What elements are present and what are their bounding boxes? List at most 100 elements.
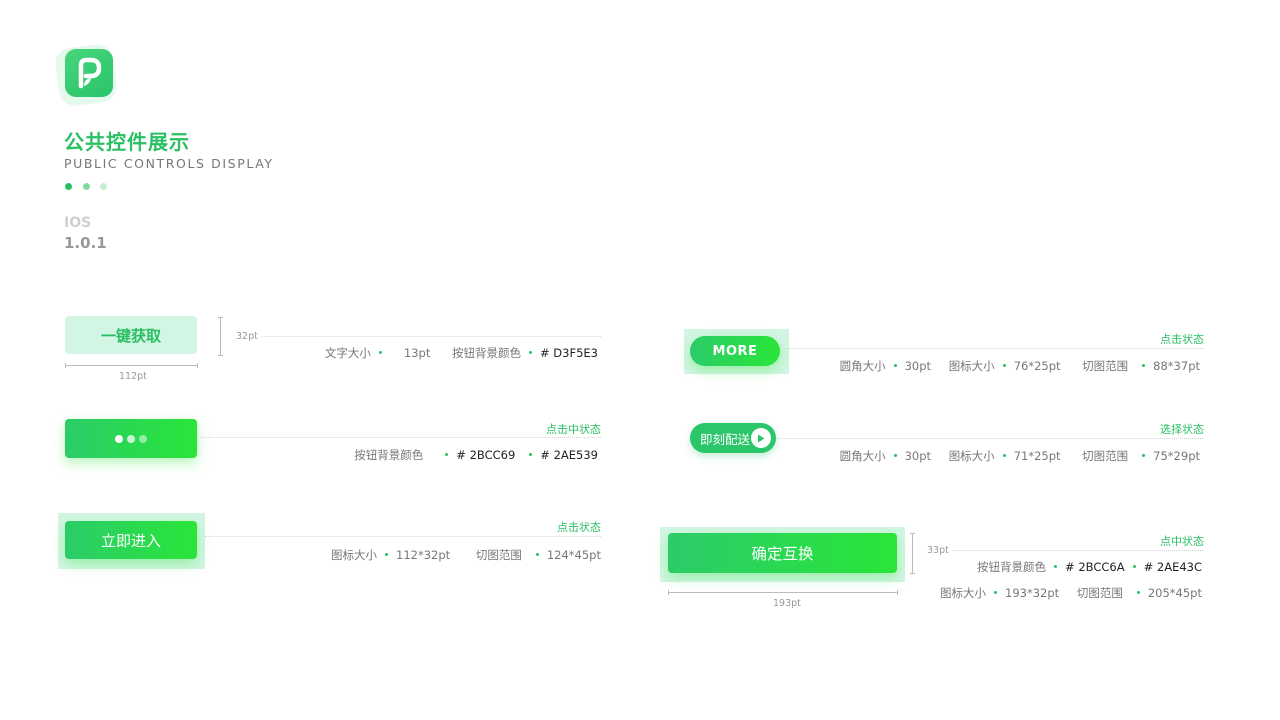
- width-dimension-label: 112pt: [119, 371, 147, 382]
- spec-label: 切图范围: [475, 548, 522, 562]
- spec-value: # 2AE539: [540, 448, 598, 462]
- app-logo: [53, 42, 119, 108]
- spec-label: 按钮背景颜色: [354, 448, 424, 462]
- spec-row: 图标大小 112*32pt 切图范围 124*45pt: [331, 547, 601, 563]
- bullet: [893, 364, 897, 367]
- spec-label: 圆角大小: [839, 449, 886, 463]
- button-label: 确定互换: [751, 545, 814, 563]
- deliver-now-button[interactable]: 即刻配送: [690, 423, 776, 453]
- state-label: 点击中状态: [546, 423, 601, 436]
- spec-value: 71*25pt: [1013, 449, 1061, 463]
- spec-label: 切图范围: [1082, 359, 1129, 373]
- dimension-tick: [218, 355, 223, 356]
- button-label: MORE: [712, 343, 758, 359]
- spec-value: # 2BCC6A: [1065, 560, 1125, 574]
- page-title: 公共控件展示: [64, 130, 190, 154]
- dimension-tick: [910, 533, 915, 534]
- spec-row: 图标大小 193*32pt 切图范围 205*45pt: [940, 585, 1202, 601]
- spec-value: 124*45pt: [546, 548, 601, 562]
- spec-value: 76*25pt: [1013, 359, 1061, 373]
- height-dimension-label: 32pt: [236, 331, 258, 342]
- bullet: [1142, 454, 1146, 457]
- spec-row: 圆角大小 30pt 图标大小 71*25pt 切图范围 75*29pt: [840, 448, 1200, 464]
- spec-value: # 2AE43C: [1143, 560, 1202, 574]
- spec-value: 13pt: [403, 346, 431, 360]
- spec-label: 图标大小: [948, 449, 995, 463]
- guide-line: [205, 536, 601, 537]
- spec-value: 30pt: [904, 449, 932, 463]
- spec-label: 切图范围: [1082, 449, 1129, 463]
- bullet: [445, 453, 449, 456]
- dimension-tick: [65, 363, 66, 368]
- bullet: [535, 553, 539, 556]
- width-dimension-label: 193pt: [773, 598, 801, 609]
- height-dimension-label: 33pt: [927, 545, 949, 556]
- spec-value: 75*29pt: [1153, 449, 1200, 463]
- spec-row: 按钮背景颜色 # 2BCC69 # 2AE539: [354, 447, 598, 463]
- button-label: 立即进入: [100, 531, 161, 550]
- spec-value: # D3F5E3: [540, 346, 598, 360]
- button-label: 即刻配送: [700, 431, 751, 447]
- spec-value: # 2BCC69: [456, 448, 516, 462]
- pager-dot: [83, 183, 90, 190]
- bullet: [893, 454, 897, 457]
- spec-label: 图标大小: [940, 586, 987, 600]
- guide-line: [200, 437, 601, 438]
- spec-row: 圆角大小 30pt 图标大小 76*25pt 切图范围 88*37pt: [840, 358, 1200, 374]
- guide-line: [262, 336, 601, 337]
- bullet: [378, 351, 382, 354]
- spec-row: 按钮背景颜色 # 2BCC6A # 2AE43C: [977, 559, 1202, 575]
- button-label: 一键获取: [100, 326, 161, 345]
- spec-label: 按钮背景颜色: [452, 346, 522, 360]
- loading-button[interactable]: [65, 419, 197, 458]
- guide-line: [789, 348, 1203, 349]
- spec-value: 205*45pt: [1147, 586, 1202, 600]
- spec-label: 按钮背景颜色: [977, 560, 1047, 574]
- spec-label: 文字大小: [324, 346, 371, 360]
- confirm-exchange-button[interactable]: 确定互换: [668, 533, 897, 573]
- loading-dots-icon: [115, 434, 147, 443]
- guide-line: [776, 438, 1203, 439]
- spec-label: 图标大小: [331, 548, 378, 562]
- spec-value: 193*32pt: [1005, 586, 1060, 600]
- dimension-tick: [910, 573, 915, 574]
- spec-value: 112*32pt: [396, 548, 451, 562]
- spec-row: 文字大小 13pt 按钮背景颜色 # D3F5E3: [325, 345, 598, 361]
- bullet: [1054, 565, 1058, 568]
- bullet: [994, 591, 998, 594]
- guide-line: [952, 550, 1203, 551]
- height-dimension-line: [220, 317, 221, 355]
- state-label: 点击状态: [1160, 333, 1204, 346]
- spec-value: 30pt: [904, 359, 932, 373]
- bullet: [1142, 364, 1146, 367]
- pager-dot-active: [65, 183, 72, 190]
- spec-label: 图标大小: [948, 359, 995, 373]
- bullet: [1002, 364, 1006, 367]
- dimension-tick: [218, 317, 223, 318]
- spec-label: 圆角大小: [839, 359, 886, 373]
- bullet: [529, 453, 533, 456]
- play-arrow-icon: [751, 428, 771, 448]
- bullet: [529, 351, 533, 354]
- one-click-get-button[interactable]: 一键获取: [65, 316, 197, 354]
- state-label: 点中状态: [1160, 535, 1204, 548]
- enter-now-button[interactable]: 立即进入: [65, 521, 197, 559]
- dimension-tick: [668, 590, 669, 595]
- p-leaf-icon: [65, 49, 113, 97]
- state-label: 点击状态: [557, 521, 601, 534]
- width-dimension-line: [668, 592, 897, 593]
- bullet: [1002, 454, 1006, 457]
- platform-label: IOS: [64, 215, 92, 231]
- dimension-tick: [897, 590, 898, 595]
- bullet: [1132, 565, 1136, 568]
- pager-dot: [100, 183, 107, 190]
- bullet: [1136, 591, 1140, 594]
- width-dimension-line: [65, 365, 197, 366]
- dimension-tick: [197, 363, 198, 368]
- height-dimension-line: [912, 533, 913, 573]
- state-label: 选择状态: [1160, 423, 1204, 436]
- bullet: [385, 553, 389, 556]
- version-label: 1.0.1: [64, 234, 107, 252]
- more-button[interactable]: MORE: [690, 336, 780, 366]
- page-subtitle: PUBLIC CONTROLS DISPLAY: [64, 156, 274, 171]
